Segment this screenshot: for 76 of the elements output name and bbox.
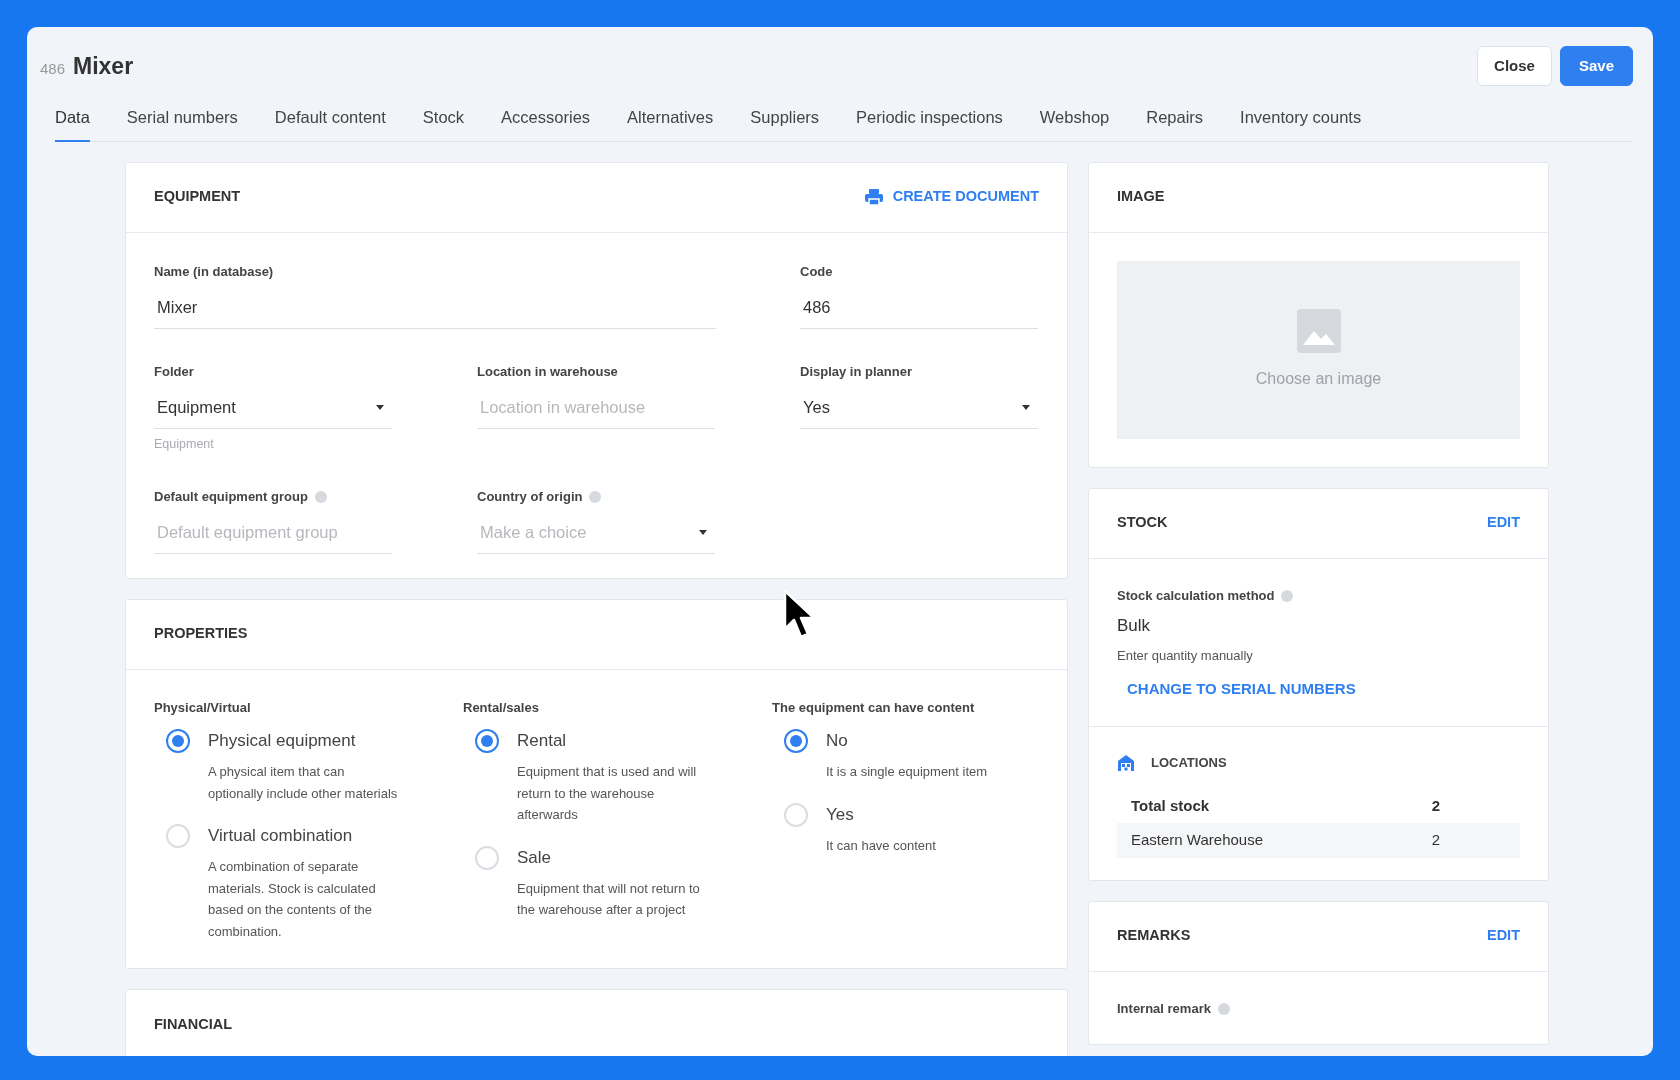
tab[interactable]: Periodic inspections [856,93,1003,142]
field-label: Internal remark [1117,1000,1211,1018]
option-label: Sale [517,846,553,869]
warehouse-icon [1117,754,1135,772]
info-icon [1217,1002,1230,1015]
dropdown-field[interactable]: Equipment [154,386,392,429]
field-label: Folder [154,363,194,381]
tab[interactable]: Stock [422,93,465,142]
option-label: Yes [826,803,855,826]
option-label: Virtual combination [208,825,354,847]
option-description: Equipment that will not return to the warehouse after a project [517,879,701,919]
field-label: Code [800,263,833,281]
printer-icon [864,189,883,206]
stock-method: Bulk [1117,614,1152,637]
option-description: It is a single equipment item [826,763,988,781]
input-field[interactable]: Location in warehouse [477,386,715,429]
option-label: Physical equipment [208,730,357,752]
tab[interactable]: Webshop [1039,93,1110,142]
input-field[interactable]: 486 [800,286,1038,329]
option-description: Equipment that is used and will return to the warehouse afterwards [517,763,698,824]
location-name: Total stock [1131,795,1210,816]
card-title: IMAGE [1117,187,1165,207]
card-title: EQUIPMENT [154,187,241,207]
image-icon [1296,308,1341,353]
caret-icon [1022,404,1030,410]
tab[interactable]: Alternatives [627,93,714,142]
dropdown-field[interactable]: Yes [800,386,1038,429]
group-label: Physical/Virtual [154,698,252,717]
group-label: Rental/sales [463,698,540,717]
link-button[interactable]: CREATE DOCUMENT [864,186,1039,209]
location-count: 2 [1431,830,1440,851]
field-label: Display in planner [800,363,912,381]
option-label: No [826,730,849,752]
option-description: It can have content [826,836,936,855]
save-button[interactable]: Save [1559,45,1633,87]
input-field[interactable]: Default equipment group [154,511,392,554]
card-title: REMARKS [1117,926,1191,946]
location-name: Eastern Warehouse [1131,830,1263,851]
info-icon [1281,589,1294,602]
radio-button[interactable] [166,729,190,753]
option-description: A combination of separate materials. Stock is calculated based on the contents of the combination. [208,858,377,941]
dropdown-field[interactable]: Make a choice [477,511,715,554]
record-title: Mixer [73,51,134,81]
input-field[interactable]: Mixer [154,286,716,329]
tab[interactable]: Serial numbers [126,93,238,142]
tab[interactable]: Inventory counts [1240,93,1362,142]
stock-method-hint: Enter quantity manually [1117,647,1254,666]
option-description: A physical item that can optionally include other materials [208,763,399,803]
caret-icon [699,529,707,535]
record-code: 486 [40,58,66,79]
tab[interactable]: Suppliers [750,93,820,142]
group-label: The equipment can have content [772,698,976,717]
location-count: 2 [1431,795,1440,816]
field-label: Country of origin [477,487,583,506]
card-title: STOCK [1117,513,1168,533]
field-label: Stock calculation method [1117,587,1275,605]
change-link[interactable]: CHANGE TO SERIAL NUMBERS [1127,677,1356,701]
field-label: Name (in database) [154,263,274,281]
tab[interactable]: Repairs [1146,93,1204,142]
link-button[interactable]: EDIT [1486,512,1520,535]
card-title: FINANCIAL [154,1014,233,1034]
option-label: Rental [517,730,568,752]
image-placeholder: Choose an image [1255,368,1382,389]
radio-button[interactable] [784,729,808,753]
locations-title: LOCATIONS [1151,754,1227,773]
link-button[interactable]: EDIT [1486,925,1520,948]
tab[interactable]: Accessories [501,93,591,142]
radio-button[interactable] [475,729,499,753]
field-hint: Equipment [154,435,215,453]
field-label: Location in warehouse [477,363,618,381]
close-button[interactable]: Close [1477,45,1552,87]
caret-icon [376,404,384,410]
card-title: PROPERTIES [154,624,248,644]
field-label: Default equipment group [154,487,308,506]
tab[interactable]: Data [55,93,90,142]
tab[interactable]: Default content [274,93,386,142]
